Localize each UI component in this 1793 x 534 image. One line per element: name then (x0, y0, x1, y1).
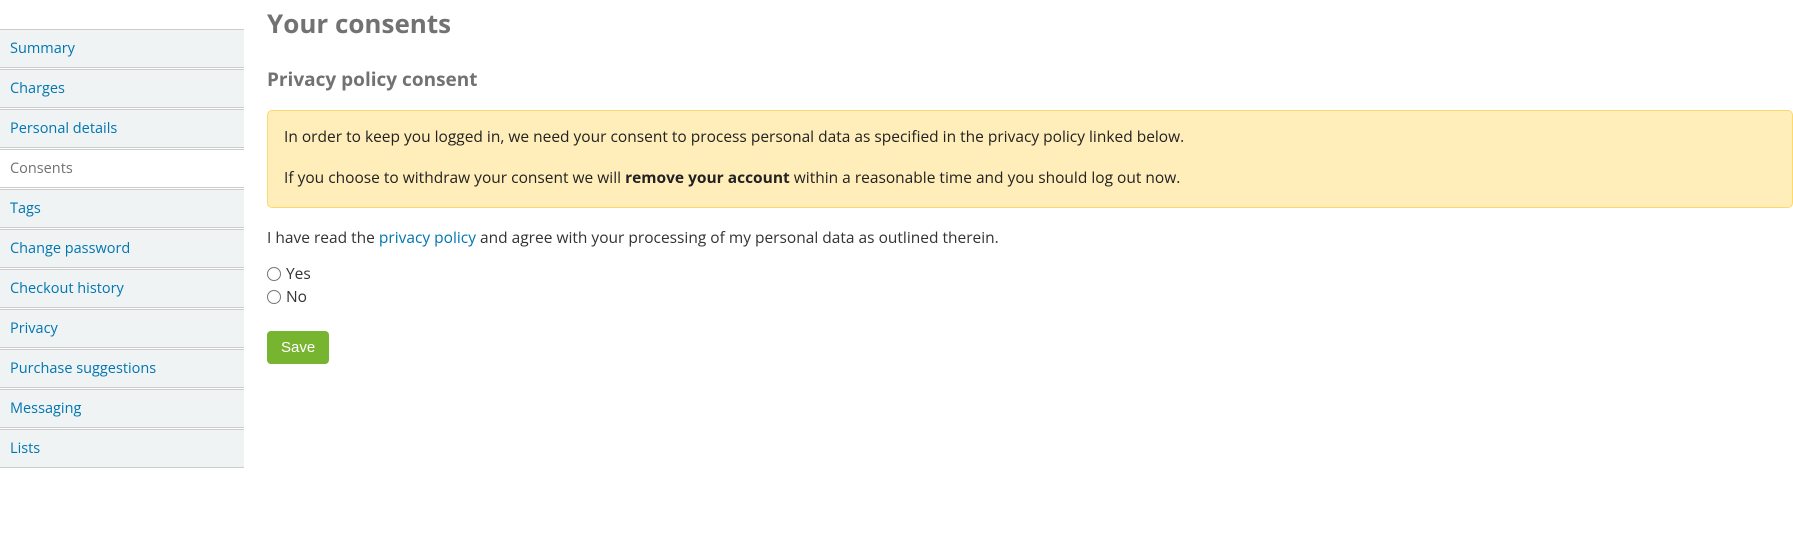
sidebar-item-change-password[interactable]: Change password (0, 229, 244, 268)
sidebar-item-label: Change password (10, 239, 130, 258)
section-title: Privacy policy consent (267, 66, 1793, 92)
save-button[interactable]: Save (267, 331, 329, 364)
sidebar-item-label: Consents (10, 159, 73, 178)
sidebar-item-summary[interactable]: Summary (0, 29, 244, 68)
sidebar-item-label: Privacy (10, 319, 58, 338)
sidebar-item-label: Messaging (10, 399, 81, 418)
sidebar-item-label: Lists (10, 439, 40, 458)
sidebar-item-purchase-suggestions[interactable]: Purchase suggestions (0, 349, 244, 388)
main-content: Your consents Privacy policy consent In … (244, 0, 1793, 469)
sidebar-item-label: Checkout history (10, 279, 124, 298)
radio-label-yes: Yes (286, 262, 311, 285)
sidebar-item-label: Summary (10, 39, 75, 58)
sidebar-item-tags[interactable]: Tags (0, 189, 244, 228)
sidebar-item-consents[interactable]: Consents (0, 149, 244, 188)
consent-text: I have read the privacy policy and agree… (267, 226, 1793, 248)
consent-radio-group: Yes No (267, 262, 1793, 309)
sidebar-item-privacy[interactable]: Privacy (0, 309, 244, 348)
sidebar-item-personal-details[interactable]: Personal details (0, 109, 244, 148)
radio-label-no: No (286, 285, 307, 308)
sidebar-item-checkout-history[interactable]: Checkout history (0, 269, 244, 308)
radio-yes[interactable] (267, 267, 281, 281)
privacy-policy-link[interactable]: privacy policy (379, 226, 476, 248)
sidebar-item-label: Tags (10, 199, 41, 218)
page-title: Your consents (267, 5, 1793, 41)
radio-row-no[interactable]: No (267, 285, 1793, 308)
sidebar: Summary Charges Personal details Consent… (0, 0, 244, 469)
alert-box: In order to keep you logged in, we need … (267, 110, 1793, 208)
sidebar-item-messaging[interactable]: Messaging (0, 389, 244, 428)
sidebar-item-label: Charges (10, 79, 65, 98)
radio-row-yes[interactable]: Yes (267, 262, 1793, 285)
sidebar-item-label: Personal details (10, 119, 117, 138)
alert-line-2: If you choose to withdraw your consent w… (284, 166, 1776, 188)
sidebar-item-charges[interactable]: Charges (0, 69, 244, 108)
sidebar-item-label: Purchase suggestions (10, 359, 156, 378)
radio-no[interactable] (267, 290, 281, 304)
alert-line-1: In order to keep you logged in, we need … (284, 125, 1776, 147)
sidebar-item-lists[interactable]: Lists (0, 429, 244, 468)
